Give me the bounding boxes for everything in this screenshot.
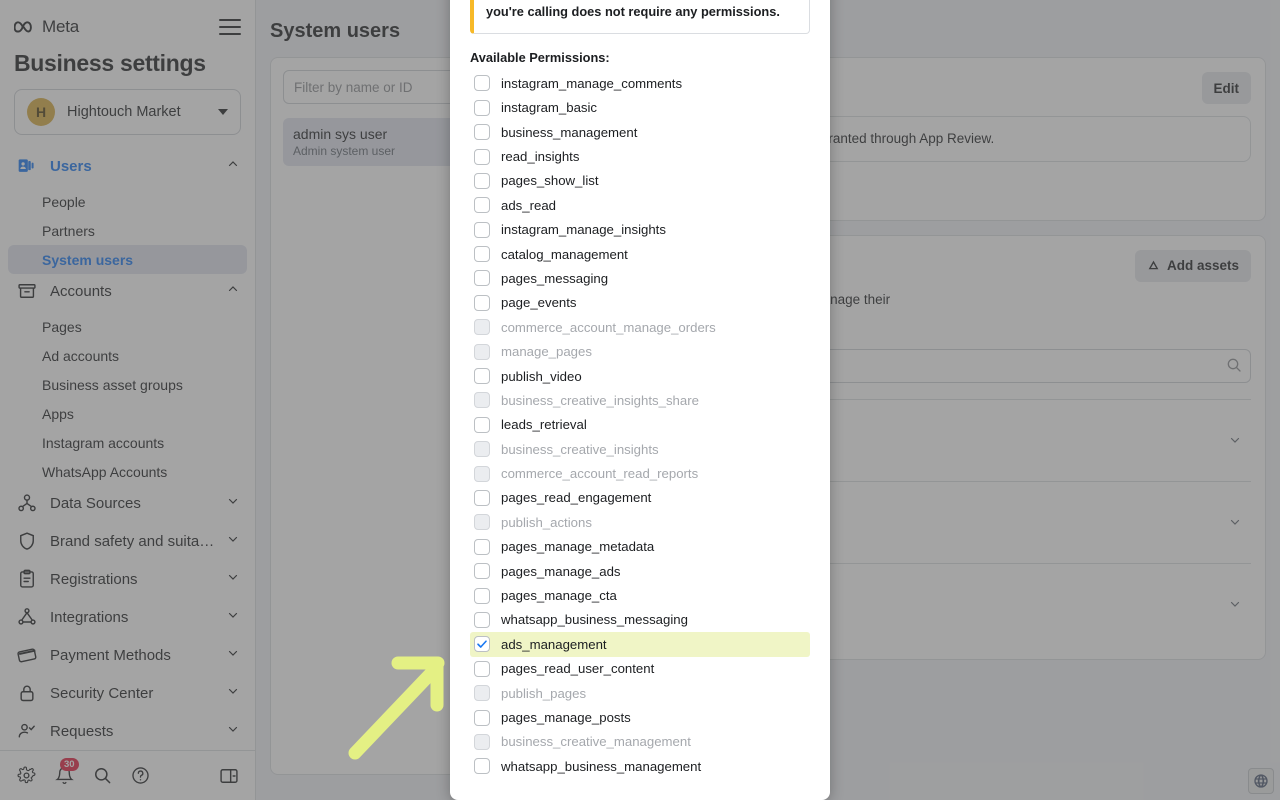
permission-label: whatsapp_business_management bbox=[501, 758, 702, 774]
permission-checkbox bbox=[474, 441, 490, 458]
permission-label: business_creative_management bbox=[501, 734, 691, 750]
permission-row[interactable]: pages_read_engagement bbox=[470, 486, 810, 510]
warning-banner: generating a System User access token wi… bbox=[470, 0, 810, 35]
permission-checkbox bbox=[474, 514, 490, 531]
permission-label: pages_messaging bbox=[501, 270, 609, 286]
permission-checkbox[interactable] bbox=[474, 246, 490, 263]
permission-checkbox bbox=[474, 733, 490, 750]
permission-row[interactable]: whatsapp_business_management bbox=[470, 754, 810, 778]
permission-row[interactable]: catalog_management bbox=[470, 242, 810, 266]
permission-label: commerce_account_read_reports bbox=[501, 466, 699, 482]
permission-row[interactable]: whatsapp_business_messaging bbox=[470, 608, 810, 632]
permission-row[interactable]: publish_video bbox=[470, 364, 810, 388]
permission-checkbox[interactable] bbox=[474, 221, 490, 238]
permission-checkbox[interactable] bbox=[474, 294, 490, 311]
permission-checkbox bbox=[474, 319, 490, 336]
permission-label: commerce_account_manage_orders bbox=[501, 319, 716, 335]
permission-row[interactable]: instagram_basic bbox=[470, 96, 810, 120]
permission-checkbox bbox=[474, 465, 490, 482]
permission-label: ads_management bbox=[501, 636, 607, 652]
permission-row[interactable]: instagram_manage_insights bbox=[470, 218, 810, 242]
permission-label: business_management bbox=[501, 124, 638, 140]
permission-row[interactable]: pages_manage_ads bbox=[470, 559, 810, 583]
permission-checkbox[interactable] bbox=[474, 124, 490, 141]
permission-label: business_creative_insights_share bbox=[501, 392, 699, 408]
permission-label: pages_manage_metadata bbox=[501, 539, 655, 555]
permission-label: pages_manage_posts bbox=[501, 710, 631, 725]
permission-row: business_creative_insights bbox=[470, 437, 810, 461]
permission-label: publish_video bbox=[501, 368, 582, 384]
permission-checkbox[interactable] bbox=[474, 368, 490, 385]
permission-label: pages_show_list bbox=[501, 173, 599, 189]
permission-row[interactable]: leads_retrieval bbox=[470, 413, 810, 437]
permission-checkbox[interactable] bbox=[474, 172, 490, 189]
permission-row[interactable]: business_management bbox=[470, 120, 810, 144]
available-permissions-label: Available Permissions: bbox=[470, 50, 610, 66]
permission-row[interactable]: pages_show_list bbox=[470, 169, 810, 193]
permission-label: pages_read_user_content bbox=[501, 661, 655, 677]
permission-checkbox[interactable] bbox=[474, 660, 490, 677]
permission-label: publish_actions bbox=[501, 514, 592, 530]
permission-checkbox[interactable] bbox=[474, 611, 490, 628]
permission-checkbox[interactable] bbox=[474, 148, 490, 165]
permission-row[interactable]: instagram_manage_comments bbox=[470, 71, 810, 95]
permission-checkbox bbox=[474, 392, 490, 409]
permission-checkbox[interactable] bbox=[474, 563, 490, 580]
permissions-modal: generating a System User access token wi… bbox=[450, 0, 830, 800]
permission-row: business_creative_insights_share bbox=[470, 388, 810, 412]
permission-row: commerce_account_manage_orders bbox=[470, 315, 810, 339]
permission-row[interactable]: read_insights bbox=[470, 144, 810, 168]
permission-checkbox[interactable] bbox=[474, 270, 490, 287]
permission-checkbox[interactable] bbox=[474, 416, 490, 433]
permission-row[interactable]: pages_manage_posts bbox=[470, 705, 810, 729]
permission-checkbox bbox=[474, 685, 490, 702]
permission-label: whatsapp_business_messaging bbox=[501, 612, 688, 628]
permission-label: pages_manage_ads bbox=[501, 563, 621, 579]
permission-label: ads_read bbox=[501, 197, 556, 213]
permission-label: catalog_management bbox=[501, 246, 628, 262]
permission-row: publish_actions bbox=[470, 510, 810, 534]
permission-row[interactable]: pages_manage_metadata bbox=[470, 535, 810, 559]
permission-label: publish_pages bbox=[501, 685, 587, 701]
permission-checkbox[interactable] bbox=[474, 75, 490, 92]
permission-checkbox bbox=[474, 343, 490, 360]
permission-label: instagram_basic bbox=[501, 100, 598, 116]
permission-label: page_events bbox=[501, 295, 577, 311]
screen-root: Meta Business settings H Hightouch Marke… bbox=[0, 0, 1280, 800]
permission-checkbox[interactable] bbox=[474, 636, 490, 653]
permission-row[interactable]: ads_read bbox=[470, 193, 810, 217]
permission-row[interactable]: page_events bbox=[470, 291, 810, 315]
permission-checkbox[interactable] bbox=[474, 538, 490, 555]
permission-label: instagram_manage_comments bbox=[501, 75, 683, 91]
permission-row[interactable]: pages_read_user_content bbox=[470, 657, 810, 681]
permission-label: business_creative_insights bbox=[501, 441, 659, 457]
permission-checkbox[interactable] bbox=[474, 99, 490, 116]
permission-row: manage_pages bbox=[470, 339, 810, 363]
permissions-list: instagram_manage_comments instagram_basic… bbox=[470, 71, 810, 778]
permission-row: business_creative_management bbox=[470, 730, 810, 754]
permission-checkbox[interactable] bbox=[474, 197, 490, 214]
permission-label: leads_retrieval bbox=[501, 417, 587, 433]
permission-row: commerce_account_read_reports bbox=[470, 461, 810, 485]
permission-label: instagram_manage_insights bbox=[501, 222, 666, 238]
permission-row[interactable]: pages_messaging bbox=[470, 266, 810, 290]
permission-label: pages_read_engagement bbox=[501, 490, 652, 506]
permission-label: read_insights bbox=[501, 149, 580, 165]
permission-row: publish_pages bbox=[470, 681, 810, 705]
permission-label: manage_pages bbox=[501, 344, 592, 360]
permission-row[interactable]: pages_manage_cta bbox=[470, 583, 810, 607]
permission-checkbox[interactable] bbox=[474, 587, 490, 604]
permission-row[interactable]: ads_management bbox=[470, 632, 810, 657]
permission-label: pages_manage_cta bbox=[501, 588, 617, 604]
permission-checkbox[interactable] bbox=[474, 709, 490, 726]
permission-checkbox[interactable] bbox=[474, 489, 490, 506]
permission-checkbox[interactable] bbox=[474, 758, 490, 775]
